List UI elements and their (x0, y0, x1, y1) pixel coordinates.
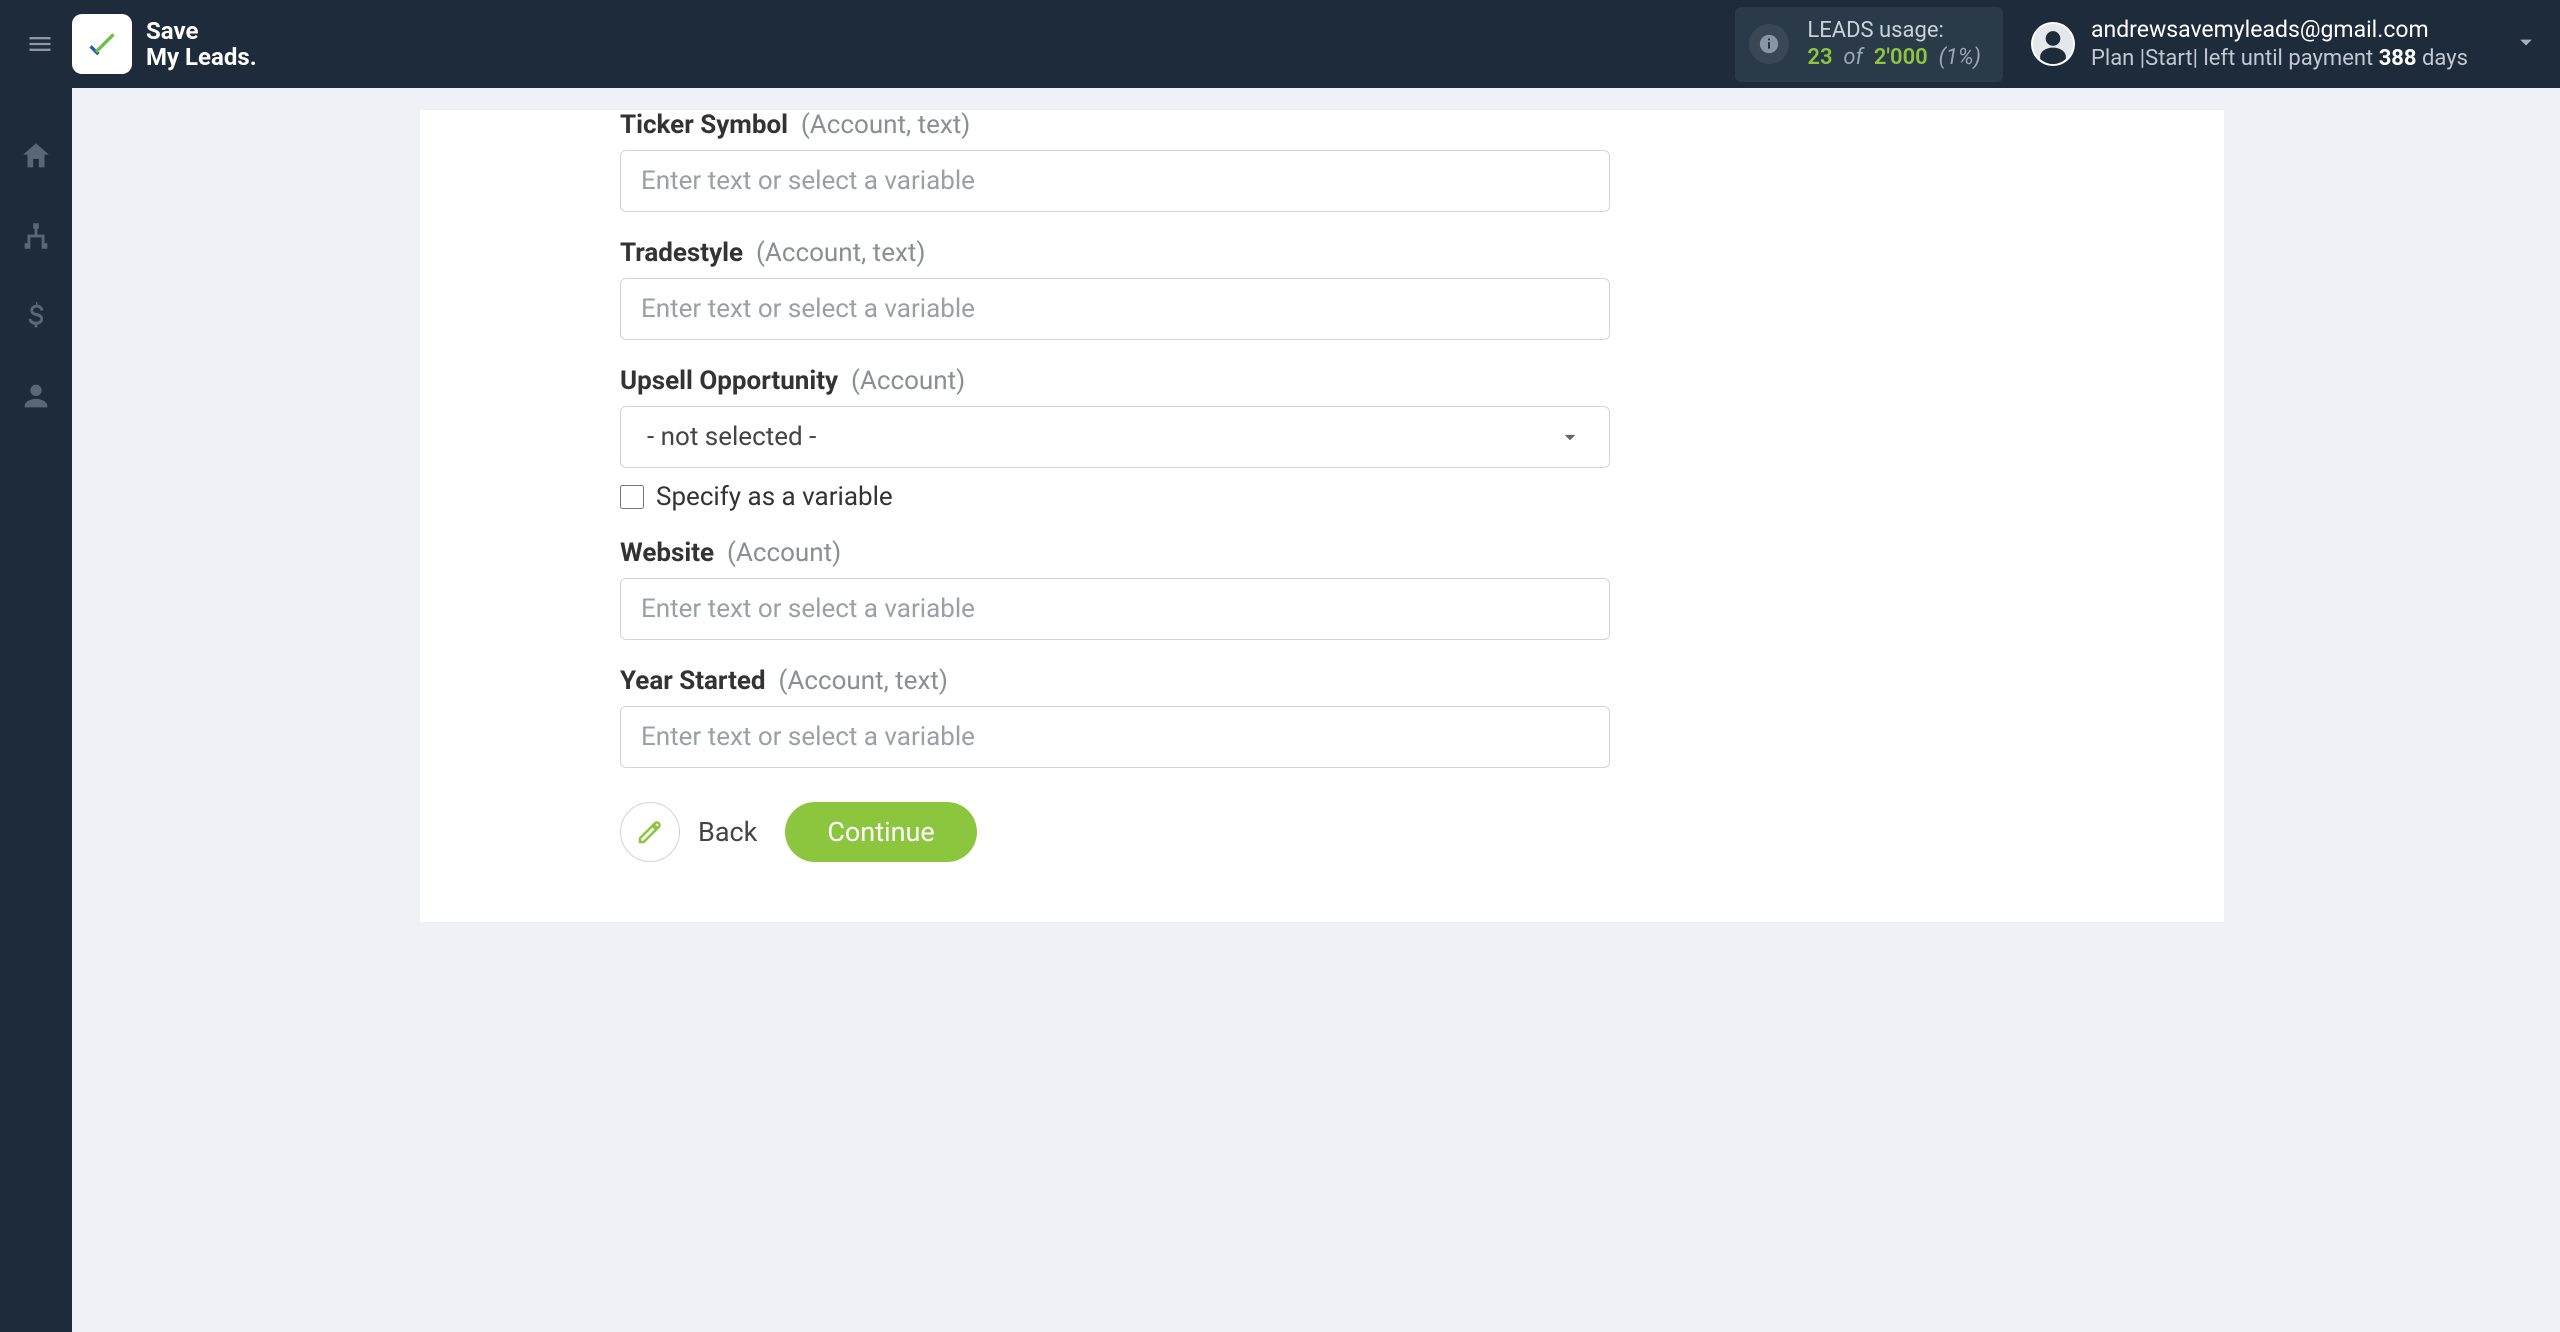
specify-variable-label[interactable]: Specify as a variable (656, 482, 893, 512)
chevron-down-icon (1557, 424, 1583, 450)
field-website: Website (Account) (620, 538, 1610, 640)
back-button[interactable]: Back (620, 802, 757, 862)
field-ticker-symbol: Ticker Symbol (Account, text) (620, 110, 1610, 212)
check-icon (83, 25, 121, 63)
menu-toggle-button[interactable] (20, 24, 60, 64)
hamburger-icon (26, 30, 54, 58)
ticker-symbol-input[interactable] (620, 150, 1610, 212)
logo-text: Save My Leads. (146, 18, 257, 71)
field-label: Upsell Opportunity (Account) (620, 366, 1610, 396)
account-dropdown-toggle[interactable] (2512, 28, 2540, 60)
website-input[interactable] (620, 578, 1610, 640)
avatar-icon (2031, 22, 2075, 66)
specify-variable-row: Specify as a variable (620, 482, 1610, 512)
sidebar-item-home[interactable] (16, 136, 56, 176)
top-header: Save My Leads. LEADS usage: 23 of 2'000 … (0, 0, 2560, 88)
form-card: Ticker Symbol (Account, text) Tradestyle… (420, 110, 2224, 922)
upsell-select[interactable]: - not selected - (620, 406, 1610, 468)
back-label: Back (698, 816, 757, 848)
field-upsell-opportunity: Upsell Opportunity (Account) - not selec… (620, 366, 1610, 512)
dollar-icon (19, 299, 53, 333)
year-started-input[interactable] (620, 706, 1610, 768)
usage-values: 23 of 2'000 (1%) (1807, 44, 1981, 72)
tradestyle-input[interactable] (620, 278, 1610, 340)
info-icon (1749, 24, 1789, 64)
field-label: Tradestyle (Account, text) (620, 238, 1610, 268)
leads-usage-box[interactable]: LEADS usage: 23 of 2'000 (1%) (1735, 7, 2003, 82)
sidebar-nav (0, 88, 72, 1332)
field-label: Ticker Symbol (Account, text) (620, 110, 1610, 140)
pencil-icon (635, 817, 665, 847)
main-content: Ticker Symbol (Account, text) Tradestyle… (72, 88, 2560, 1332)
sidebar-item-account[interactable] (16, 376, 56, 416)
account-text: andrewsavemyleads@gmail.com Plan |Start|… (2091, 16, 2468, 72)
logo-mark (72, 14, 132, 74)
chevron-down-icon (2512, 28, 2540, 56)
select-value: - not selected - (647, 422, 816, 452)
field-year-started: Year Started (Account, text) (620, 666, 1610, 768)
sitemap-icon (19, 219, 53, 253)
field-label: Website (Account) (620, 538, 1610, 568)
account-menu[interactable]: andrewsavemyleads@gmail.com Plan |Start|… (2031, 16, 2540, 72)
continue-button[interactable]: Continue (785, 802, 976, 862)
sidebar-item-connections[interactable] (16, 216, 56, 256)
form-buttons: Back Continue (620, 802, 1610, 862)
usage-text: LEADS usage: 23 of 2'000 (1%) (1807, 17, 1981, 72)
home-icon (19, 139, 53, 173)
field-tradestyle: Tradestyle (Account, text) (620, 238, 1610, 340)
account-email: andrewsavemyleads@gmail.com (2091, 16, 2468, 45)
app-logo[interactable]: Save My Leads. (72, 14, 257, 74)
field-label: Year Started (Account, text) (620, 666, 1610, 696)
back-icon-circle (620, 802, 680, 862)
user-icon (19, 379, 53, 413)
specify-variable-checkbox[interactable] (620, 485, 644, 509)
account-plan: Plan |Start| left until payment 388 days (2091, 45, 2468, 73)
sidebar-item-billing[interactable] (16, 296, 56, 336)
usage-title: LEADS usage: (1807, 17, 1981, 45)
